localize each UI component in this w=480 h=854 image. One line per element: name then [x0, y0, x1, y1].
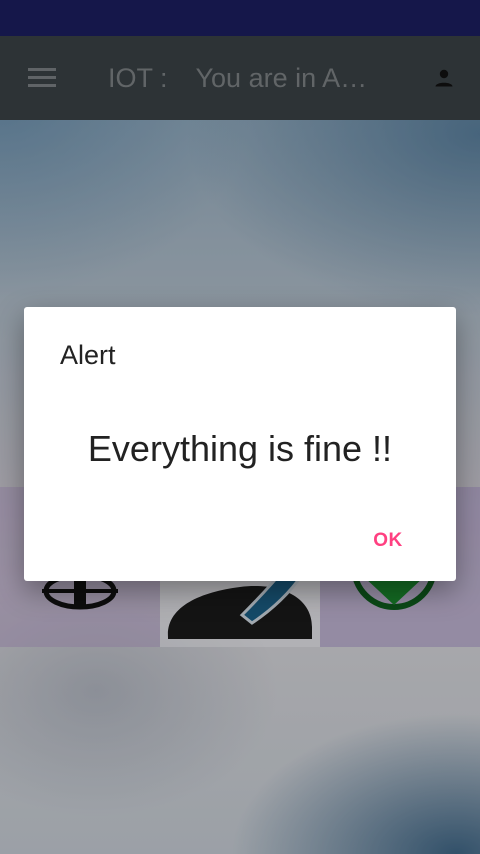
status-bar — [0, 0, 480, 36]
ok-button[interactable]: OK — [360, 523, 416, 559]
alert-dialog: Alert Everything is fine !! OK — [24, 307, 456, 581]
dialog-message: Everything is fine !! — [87, 428, 393, 469]
dialog-title: Alert — [60, 340, 116, 370]
